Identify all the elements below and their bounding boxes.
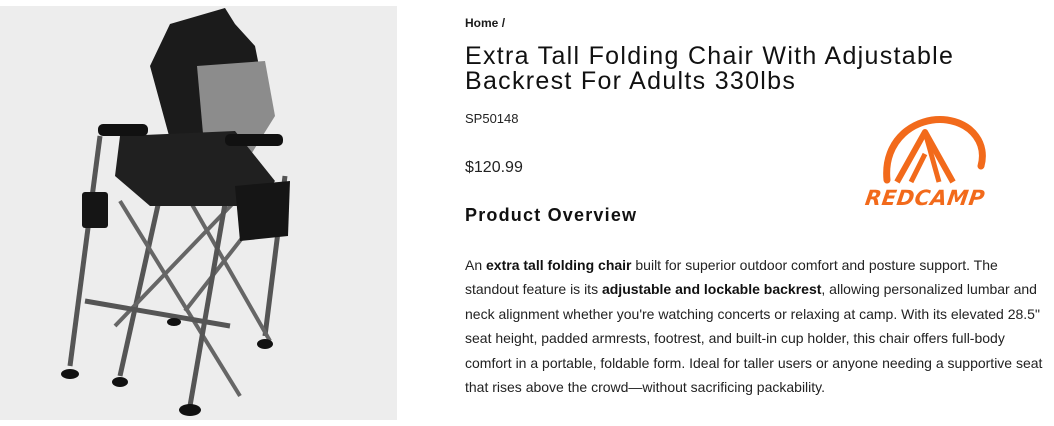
breadcrumb-separator: / bbox=[501, 16, 506, 30]
product-title-line-2: Backrest For Adults 330lbs bbox=[465, 67, 797, 95]
brand-logo-text: REDCAMP bbox=[863, 186, 987, 210]
brand-logo: REDCAMP bbox=[855, 110, 995, 215]
product-price: $120.99 bbox=[465, 159, 523, 176]
product-description: An extra tall folding chair built for su… bbox=[465, 253, 1054, 399]
product-sku: SP50148 bbox=[465, 111, 519, 126]
tent-logo-icon bbox=[883, 116, 986, 184]
product-title: Extra Tall Folding Chair With Adjustable… bbox=[465, 44, 1025, 94]
folding-chair-photo bbox=[61, 8, 290, 416]
desc-bold-1: extra tall folding chair bbox=[486, 257, 632, 273]
breadcrumb-home-link[interactable]: Home bbox=[465, 16, 498, 30]
desc-bold-2: adjustable and lockable backrest bbox=[601, 281, 822, 298]
desc-text-1: An bbox=[465, 257, 487, 273]
product-image[interactable] bbox=[0, 6, 397, 420]
breadcrumb: Home / bbox=[465, 16, 505, 30]
desc-text-3: , allowing personalized lumbar and neck … bbox=[465, 281, 1043, 396]
product-title-line-1: Extra Tall Folding Chair With Adjustable bbox=[465, 42, 955, 70]
product-overview-heading: Product Overview bbox=[465, 205, 638, 225]
